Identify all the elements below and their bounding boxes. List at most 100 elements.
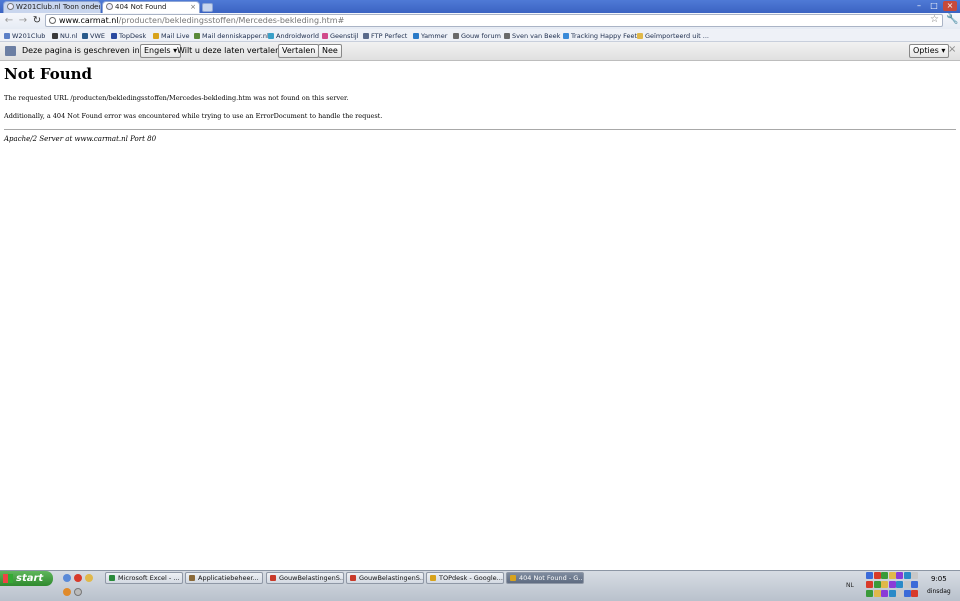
bookmark-label: Geenstijl	[330, 32, 359, 40]
bookmark-label: Androidworld	[276, 32, 320, 40]
tray-icon[interactable]	[881, 572, 888, 579]
bookmark-label: Geïmporteerd uit ...	[645, 32, 709, 40]
taskbar-button-label: 404 Not Found - G...	[519, 574, 584, 582]
bookmark-item[interactable]: Sven van Beek	[504, 30, 560, 42]
tray-icon[interactable]	[903, 572, 911, 579]
tray-icon[interactable]	[911, 590, 918, 597]
bookmark-item[interactable]: Yammer	[413, 30, 447, 42]
bookmark-label: TopDesk	[119, 32, 147, 40]
bookmark-item[interactable]: Tracking Happy Feet	[563, 30, 637, 42]
tab-w201club[interactable]: W201Club.nl Toon onder ×	[3, 1, 101, 13]
tray-icon[interactable]	[896, 590, 903, 597]
tray-icon[interactable]	[866, 590, 873, 597]
bookmark-item[interactable]: Geïmporteerd uit ...	[637, 30, 709, 42]
bookmark-item[interactable]: Mail denniskapper.nl	[194, 30, 269, 42]
taskbar-button[interactable]: GouwBelastingenS...	[346, 572, 424, 584]
taskbar-button[interactable]: Applicatiebeheer...	[185, 572, 263, 584]
tab-404-not-found[interactable]: 404 Not Found ×	[102, 1, 200, 13]
bookmark-favicon-icon	[111, 33, 117, 39]
taskbar-button-label: GouwBelastingenS...	[359, 574, 424, 582]
tray-icon[interactable]	[896, 581, 903, 588]
tray-icon[interactable]	[911, 581, 918, 588]
bookmark-favicon-icon	[52, 33, 58, 39]
tray-icon[interactable]	[888, 581, 896, 588]
translate-button[interactable]: Vertalen	[278, 44, 320, 58]
tray-icon[interactable]	[866, 581, 873, 588]
tray-icon[interactable]	[881, 590, 888, 597]
page-title: Not Found	[4, 65, 93, 83]
tray-icon[interactable]	[873, 572, 881, 579]
globe-icon	[106, 3, 113, 10]
bookmark-star-icon[interactable]: ☆	[930, 14, 939, 25]
tray-icon[interactable]	[881, 581, 888, 588]
wrench-menu-icon[interactable]: 🔧	[946, 14, 958, 25]
forward-icon[interactable]: →	[17, 15, 29, 27]
url-path: /producten/bekledingsstoffen/Mercedes-be…	[118, 16, 345, 25]
taskbar-button[interactable]: TOPdesk - Google...	[426, 572, 504, 584]
bookmark-item[interactable]: FTP Perfect	[363, 30, 407, 42]
back-icon[interactable]: ←	[3, 15, 15, 27]
chevron-down-icon: ▾	[941, 46, 946, 55]
reload-icon[interactable]: ↻	[31, 15, 43, 27]
bookmark-favicon-icon	[563, 33, 569, 39]
quicklaunch-settings-icon[interactable]	[74, 588, 82, 596]
close-tab-icon[interactable]: ×	[91, 2, 97, 13]
translate-icon	[5, 46, 16, 56]
tray-icon[interactable]	[866, 572, 873, 579]
clock-day: dinsdag	[927, 588, 951, 595]
error-detail: Additionally, a 404 Not Found error was …	[4, 112, 383, 120]
close-infobar-icon[interactable]: ×	[948, 45, 956, 55]
decline-button[interactable]: Nee	[318, 44, 342, 58]
translate-message: Deze pagina is geschreven in het	[22, 46, 156, 55]
bookmark-favicon-icon	[268, 33, 274, 39]
tray-icon[interactable]	[903, 581, 911, 588]
options-label: Opties	[913, 46, 939, 55]
taskbar-button-label: TOPdesk - Google...	[439, 574, 503, 582]
url-host: www.carmat.nl	[59, 16, 119, 25]
minimize-icon[interactable]: –	[912, 1, 926, 11]
tray-icon[interactable]	[873, 581, 881, 588]
bookmark-favicon-icon	[453, 33, 459, 39]
tray-icon[interactable]	[873, 590, 881, 597]
quicklaunch-ie-icon[interactable]	[63, 574, 71, 582]
bookmark-item[interactable]: TopDesk	[111, 30, 146, 42]
tray-icon[interactable]	[888, 590, 896, 597]
bookmark-item[interactable]: VWE	[82, 30, 105, 42]
quicklaunch-firefox-icon[interactable]	[63, 588, 71, 596]
bookmark-label: Sven van Beek	[512, 32, 561, 40]
new-tab-button[interactable]	[202, 3, 213, 12]
bookmark-favicon-icon	[194, 33, 200, 39]
address-bar[interactable]: www.carmat.nl/producten/bekledingsstoffe…	[45, 14, 943, 27]
windows-logo-icon	[3, 574, 13, 583]
bookmark-item[interactable]: W201Club	[4, 30, 45, 42]
close-window-icon[interactable]: ×	[943, 1, 957, 11]
tray-icon[interactable]	[888, 572, 896, 579]
taskbar-button[interactable]: Microsoft Excel - ...	[105, 572, 183, 584]
divider	[4, 129, 956, 130]
tray-icon[interactable]	[903, 590, 911, 597]
maximize-icon[interactable]: □	[927, 1, 941, 11]
bookmark-label: FTP Perfect	[371, 32, 408, 40]
close-tab-icon[interactable]: ×	[190, 2, 196, 13]
tray-icon[interactable]	[896, 572, 903, 579]
taskbar-button[interactable]: 404 Not Found - G...	[506, 572, 584, 584]
bookmark-item[interactable]: Geenstijl	[322, 30, 359, 42]
app-icon	[430, 575, 436, 581]
bookmark-item[interactable]: Gouw forum	[453, 30, 501, 42]
tab-label: 404 Not Found	[115, 3, 167, 11]
tray-icon[interactable]	[911, 572, 918, 579]
taskbar-button[interactable]: GouwBelastingenS...	[266, 572, 344, 584]
bookmark-favicon-icon	[82, 33, 88, 39]
bookmark-item[interactable]: Androidworld	[268, 30, 319, 42]
bookmark-item[interactable]: NU.nl	[52, 30, 78, 42]
bookmark-favicon-icon	[4, 33, 10, 39]
bookmark-item[interactable]: Mail Live	[153, 30, 190, 42]
quicklaunch-chrome-icon[interactable]	[85, 574, 93, 582]
language-select[interactable]: Engels ▾	[140, 44, 182, 58]
bookmark-favicon-icon	[363, 33, 369, 39]
quicklaunch-app-icon[interactable]	[74, 574, 82, 582]
bookmark-label: Mail Live	[161, 32, 190, 40]
options-button[interactable]: Opties ▾	[909, 44, 950, 58]
bookmark-favicon-icon	[637, 33, 643, 39]
clock-time[interactable]: 9:05	[931, 575, 947, 583]
